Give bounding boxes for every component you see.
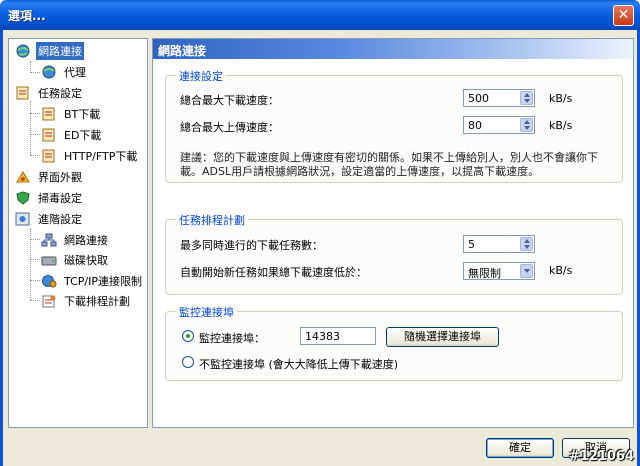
no-monitor-label[interactable]: 不監控連接埠 (會大大降低上傳下載速度) (199, 356, 398, 372)
watermark: #121064 (568, 449, 634, 464)
tree-line (30, 72, 40, 73)
tree-line (30, 259, 40, 260)
network-globe-icon (15, 44, 31, 58)
tree-item-proxy[interactable]: 代理 (41, 63, 88, 81)
port-input[interactable]: 14383 (300, 327, 376, 345)
port-value: 14383 (305, 330, 340, 343)
spinner-arrows-icon[interactable] (520, 237, 533, 251)
bt-clipboard-icon (41, 107, 57, 121)
task-schedule-group: 任務排程計劃 最多同時進行的下載任務數： 5 自動開始新任務如果總下載速度低於：… (165, 212, 623, 295)
tree-item-label: BT下載 (64, 108, 101, 121)
page-title: 網路連接 (153, 39, 633, 59)
max-download-value: 500 (468, 92, 489, 105)
tree-line (30, 239, 40, 240)
ed-clipboard-icon (41, 128, 57, 142)
auto-start-value: 無限制 (468, 267, 501, 280)
content-panel: 網路連接 連接設定 總合最大下載速度： 500 kB/s 總合最大上傳速度： 8… (152, 38, 634, 428)
speed-advice-note: 建議：您的下載速度與上傳速度有密切的關係。如果不上傳給別人，別人也不會讓你下載。… (180, 151, 598, 178)
network-connection-icon (41, 233, 57, 247)
tree-item-label: HTTP/FTP下載 (64, 150, 138, 163)
tree-item-download-schedule[interactable]: 下載排程計劃 (41, 292, 132, 310)
appearance-icon (15, 170, 31, 184)
max-tasks-label: 最多同時進行的下載任務數： (180, 239, 323, 252)
tree-item-disk-cache[interactable]: 磁碟快取 (41, 251, 110, 269)
spinner-arrows-icon[interactable] (520, 118, 533, 132)
auto-start-label: 自動開始新任務如果總下載速度低於： (180, 266, 367, 279)
random-port-button-label: 隨機選擇連接埠 (404, 330, 481, 343)
max-upload-label: 總合最大上傳速度： (180, 121, 279, 134)
close-icon: ✕ (617, 7, 630, 23)
connection-settings-group: 連接設定 總合最大下載速度： 500 kB/s 總合最大上傳速度： 80 kB/… (165, 68, 623, 183)
tree-item-advanced[interactable]: 進階設定 (15, 210, 84, 228)
chevron-down-icon[interactable] (520, 264, 533, 278)
max-download-spinner[interactable]: 500 (463, 89, 535, 107)
tree-item-label: 磁碟快取 (64, 254, 108, 267)
unit-label: kB/s (549, 264, 573, 277)
spinner-arrows-icon[interactable] (520, 91, 533, 105)
tree-item-label: 代理 (64, 66, 86, 79)
disk-cache-icon (41, 253, 57, 267)
tree-item-appearance[interactable]: 界面外觀 (15, 168, 84, 186)
tree-item-network[interactable]: 網路連接 (15, 42, 84, 60)
tree-item-ed[interactable]: ED下載 (41, 126, 103, 144)
tree-item-label: ED下載 (64, 129, 102, 142)
tree-item-label: 進階設定 (38, 213, 82, 226)
tree-item-label: 網路連接 (64, 234, 108, 247)
title-bar: 選項... ✕ (0, 0, 640, 30)
settings-tree: 網路連接 代理 任務設定 BT下載 ED下載 HTTP/FTP下載 界面外觀 掃… (8, 38, 148, 428)
close-button[interactable]: ✕ (613, 5, 634, 26)
schedule-icon (41, 294, 57, 308)
random-port-button[interactable]: 隨機選擇連接埠 (386, 327, 499, 347)
tree-item-antivirus[interactable]: 掃毒設定 (15, 189, 84, 207)
tree-item-label: 掃毒設定 (38, 192, 82, 205)
no-monitor-radio[interactable] (182, 356, 194, 368)
tree-line (30, 280, 40, 281)
window-title: 選項... (8, 9, 46, 23)
tree-item-label: 任務設定 (38, 87, 82, 100)
max-tasks-spinner[interactable]: 5 (463, 235, 535, 253)
advanced-settings-icon (15, 212, 31, 226)
auto-start-select[interactable]: 無限制 (463, 262, 535, 280)
monitor-port-radio[interactable] (182, 330, 194, 342)
tree-line (30, 155, 40, 156)
tree-item-network-connection[interactable]: 網路連接 (41, 231, 110, 249)
tree-item-label: TCP/IP連接限制 (64, 275, 142, 288)
proxy-globe-icon (41, 65, 57, 79)
tree-item-bt[interactable]: BT下載 (41, 105, 102, 123)
max-upload-spinner[interactable]: 80 (463, 116, 535, 134)
tree-line (30, 300, 40, 301)
antivirus-shield-icon (15, 191, 31, 205)
monitor-port-label[interactable]: 監控連接埠： (199, 330, 265, 346)
ok-button[interactable]: 確定 (486, 438, 554, 458)
tree-item-http-ftp[interactable]: HTTP/FTP下載 (41, 147, 139, 165)
tree-item-label: 界面外觀 (38, 171, 82, 184)
tree-line (30, 101, 31, 155)
tree-item-tcpip[interactable]: TCP/IP連接限制 (41, 272, 144, 290)
tcpip-icon (41, 274, 57, 288)
ok-button-label: 確定 (509, 441, 531, 454)
group-title: 監控連接埠 (176, 304, 237, 320)
monitor-port-group: 監控連接埠 監控連接埠： 14383 隨機選擇連接埠 不監控連接埠 (會大大降低… (165, 304, 623, 381)
max-tasks-value: 5 (468, 238, 475, 251)
http-clipboard-icon (41, 149, 57, 163)
group-title: 任務排程計劃 (176, 212, 248, 228)
max-upload-value: 80 (468, 119, 482, 132)
group-title: 連接設定 (176, 68, 226, 84)
max-download-label: 總合最大下載速度： (180, 94, 279, 107)
tree-line (30, 134, 40, 135)
tree-item-label: 下載排程計劃 (64, 295, 130, 308)
tree-item-label: 網路連接 (36, 42, 84, 60)
tree-item-task-settings[interactable]: 任務設定 (15, 84, 84, 102)
unit-label: kB/s (549, 92, 573, 105)
unit-label: kB/s (549, 119, 573, 132)
tree-line (30, 113, 40, 114)
task-clipboard-icon (15, 86, 31, 100)
